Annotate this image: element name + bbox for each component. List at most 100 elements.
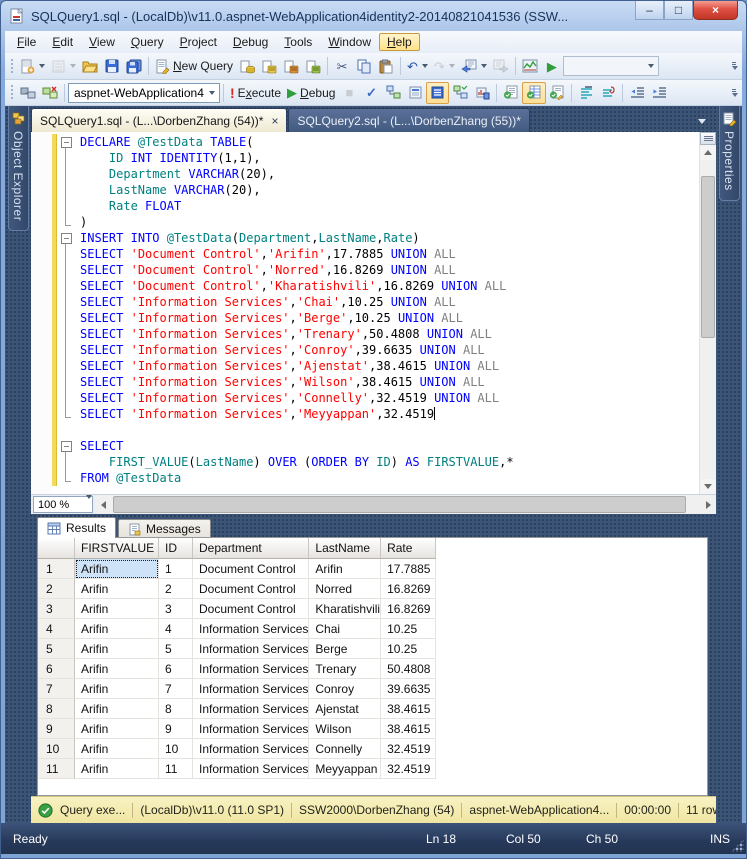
row-header[interactable]: 10 [38,739,75,759]
scroll-up-button[interactable] [700,145,716,160]
zoom-combo[interactable]: 100 % [33,494,93,513]
vertical-scroll-thumb[interactable] [701,176,715,338]
properties-tab[interactable]: Properties [718,106,740,201]
grid-cell[interactable]: Arifin [75,719,159,739]
grid-cell[interactable]: Connelly [309,739,382,759]
tab-close-icon[interactable]: × [271,114,278,128]
cut-button[interactable]: ✂ [331,55,353,77]
code-folding-margin[interactable] [58,132,74,494]
code-line[interactable]: SELECT 'Document Control','Arifin',17.78… [80,246,699,262]
grid-cell[interactable]: Document Control [193,599,310,619]
row-header[interactable]: 9 [38,719,75,739]
code-line[interactable]: ) [80,214,699,230]
grid-cell[interactable]: Ajenstat [309,699,382,719]
fold-collapse-box[interactable] [58,230,74,246]
grid-cell[interactable]: Arifin [75,739,159,759]
column-header-lastname[interactable]: LastName [309,538,382,559]
code-line[interactable]: INSERT INTO @TestData(Department,LastNam… [80,230,699,246]
grid-cell[interactable]: Berge [309,639,382,659]
row-header[interactable]: 4 [38,619,75,639]
code-line[interactable]: SELECT [80,438,699,454]
navigate-back-button[interactable] [458,55,490,77]
database-engine-query-button[interactable] [236,55,258,77]
column-header-firstvalue[interactable]: FIRSTVALUE [75,538,159,559]
scroll-down-button[interactable] [700,479,716,494]
toolbar-grip[interactable] [10,84,14,101]
tab-results[interactable]: Results [37,517,117,538]
menu-help[interactable]: Help [379,33,420,51]
grid-cell[interactable]: 32.4519 [381,739,437,759]
editor-selection-margin[interactable] [31,132,52,494]
grid-cell[interactable]: Arifin [75,559,159,579]
code-line[interactable] [80,422,699,438]
code-line[interactable]: SELECT 'Document Control','Norred',16.82… [80,262,699,278]
code-line[interactable]: SELECT 'Information Services','Ajenstat'… [80,358,699,374]
grid-cell[interactable]: Information Services [193,679,310,699]
save-all-button[interactable] [123,55,145,77]
code-line[interactable]: DECLARE @TestData TABLE( [80,134,699,150]
grid-cell[interactable]: Information Services [193,759,310,779]
split-window-handle[interactable] [700,132,716,145]
code-line[interactable]: LastName VARCHAR(20), [80,182,699,198]
mdx-query-button[interactable] [258,55,280,77]
code-line[interactable]: SELECT 'Document Control','Kharatishvili… [80,278,699,294]
add-item-button[interactable] [48,55,79,77]
grid-cell[interactable]: Wilson [309,719,382,739]
query-designer-button[interactable] [404,82,426,104]
start-button[interactable]: ▶ [541,55,563,77]
grid-cell[interactable]: 10.25 [381,619,437,639]
debug-button[interactable]: ▶ Debug [284,82,338,104]
menu-edit[interactable]: Edit [44,33,81,51]
code-line[interactable]: Rate FLOAT [80,198,699,214]
code-line[interactable]: FIRST_VALUE(LastName) OVER (ORDER BY ID)… [80,454,699,470]
grid-cell[interactable]: Information Services [193,699,310,719]
grid-cell[interactable]: 38.4615 [381,699,437,719]
horizontal-scroll-track[interactable] [111,495,700,514]
grid-cell[interactable]: 11 [159,759,193,779]
sql-editor[interactable]: DECLARE @TestData TABLE( ID INT IDENTITY… [31,132,716,494]
execute-button[interactable]: ! Execute [227,82,284,104]
code-line[interactable]: SELECT 'Information Services','Connelly'… [80,390,699,406]
grid-cell[interactable]: Arifin [75,639,159,659]
grid-cell[interactable]: Arifin [75,659,159,679]
xmla-query-button[interactable] [302,55,324,77]
grid-cell[interactable]: 2 [159,579,193,599]
code-line[interactable]: SELECT 'Information Services','Chai',10.… [80,294,699,310]
grid-cell[interactable]: Chai [309,619,382,639]
toolbar-overflow-button[interactable] [728,55,740,77]
maximize-button[interactable]: □ [664,1,693,20]
grid-cell[interactable]: Document Control [193,579,310,599]
estimated-plan-button[interactable] [382,82,404,104]
grid-cell[interactable]: 6 [159,659,193,679]
include-actual-plan-button[interactable] [449,82,471,104]
grid-cell[interactable]: Norred [309,579,382,599]
code-line[interactable]: SELECT 'Information Services','Wilson',3… [80,374,699,390]
code-line[interactable]: SELECT 'Information Services','Meyyappan… [80,406,699,422]
editor-horizontal-scrollbar[interactable] [95,495,716,514]
new-query-button[interactable]: New Query [152,55,236,77]
menu-view[interactable]: View [81,33,123,51]
grid-cell[interactable]: Arifin [75,579,159,599]
row-header[interactable]: 7 [38,679,75,699]
database-combo[interactable]: aspnet-WebApplication4ide [68,82,220,103]
scroll-left-button[interactable] [95,495,111,514]
grid-cell[interactable]: Arifin [75,759,159,779]
code-line[interactable]: SELECT 'Information Services','Berge',10… [80,310,699,326]
dmx-query-button[interactable] [280,55,302,77]
grid-cell[interactable]: 17.7885 [381,559,437,579]
grid-cell[interactable]: 3 [159,599,193,619]
open-file-button[interactable] [79,55,101,77]
grid-cell[interactable]: 50.4808 [381,659,437,679]
navigate-forward-button[interactable] [490,55,512,77]
grid-cell[interactable]: 5 [159,639,193,659]
decrease-indent-button[interactable] [626,82,648,104]
grid-cell[interactable]: Information Services [193,639,310,659]
undo-button[interactable]: ↶ [404,55,431,77]
fold-collapse-box[interactable] [58,438,74,454]
grid-cell[interactable]: 10.25 [381,639,437,659]
code-line[interactable]: ID INT IDENTITY(1,1), [80,150,699,166]
copy-button[interactable] [353,55,375,77]
parse-button[interactable]: ✓ [360,82,382,104]
minimize-button[interactable]: – [635,1,664,20]
vertical-scroll-track[interactable] [700,160,716,479]
